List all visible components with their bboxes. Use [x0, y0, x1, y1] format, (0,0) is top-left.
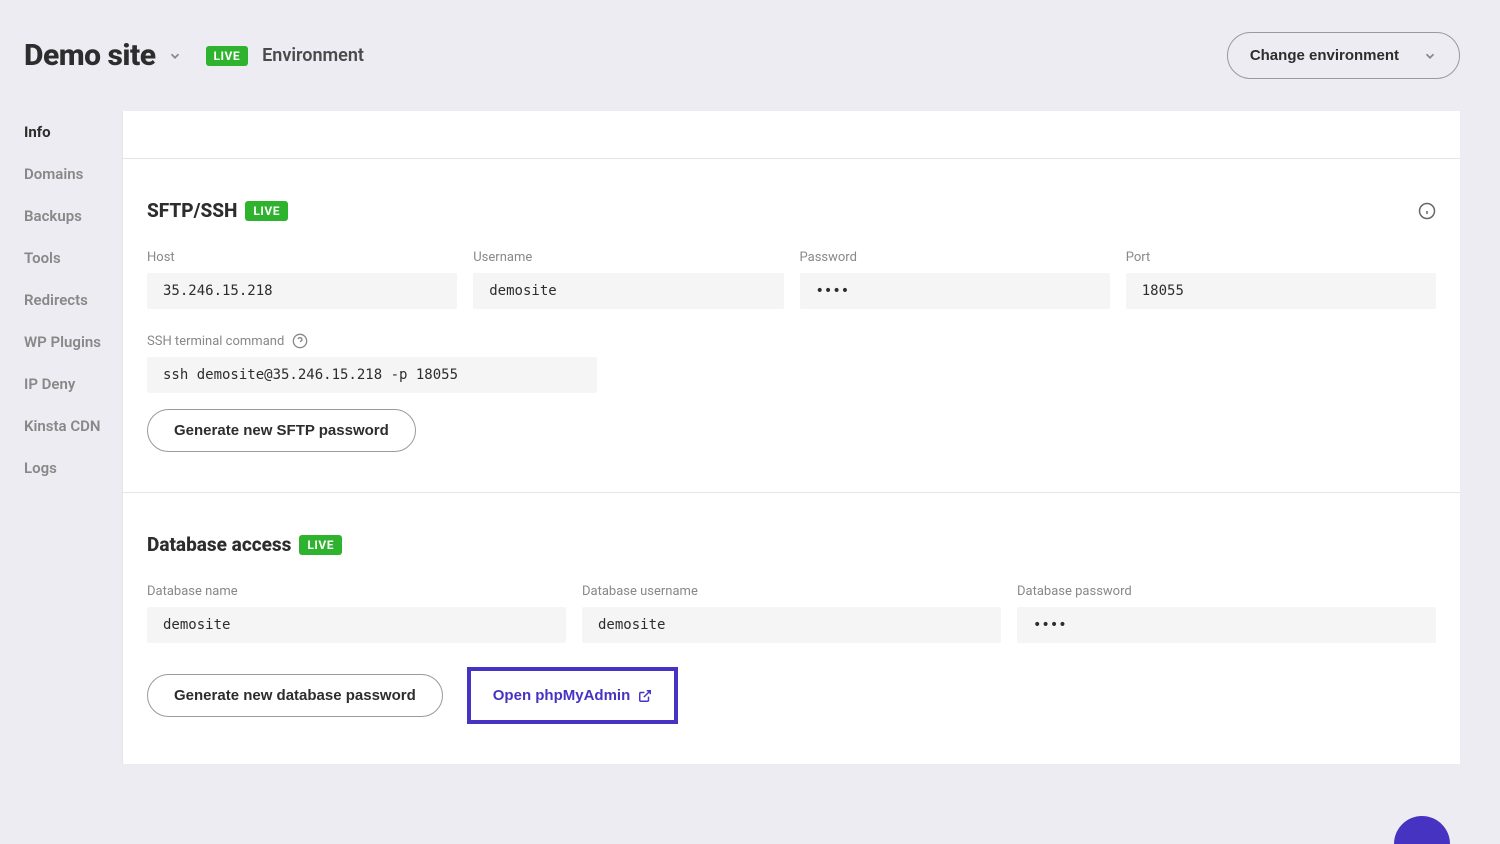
generate-db-password-button[interactable]: Generate new database password	[147, 674, 443, 717]
sidebar-item-kinsta-cdn[interactable]: Kinsta CDN	[24, 405, 122, 447]
fab-button[interactable]	[1394, 816, 1450, 844]
password-label: Password	[800, 250, 1110, 265]
ssh-command-field: SSH terminal command ssh demosite@35.246…	[147, 333, 597, 393]
host-field: Host 35.246.15.218	[147, 250, 457, 309]
host-label: Host	[147, 250, 457, 265]
top-strip	[123, 111, 1460, 159]
sftp-title-group: SFTP/SSH LIVE	[147, 199, 288, 222]
ssh-command-label-text: SSH terminal command	[147, 334, 284, 349]
sidebar-item-label: Redirects	[24, 291, 88, 309]
open-phpmyadmin-label: Open phpMyAdmin	[493, 687, 631, 704]
sidebar-item-label: Domains	[24, 165, 83, 183]
sidebar-item-label: Kinsta CDN	[24, 417, 101, 435]
sftp-section-header: SFTP/SSH LIVE	[147, 199, 1436, 222]
username-field: Username demosite	[473, 250, 783, 309]
database-button-row: Generate new database password Open phpM…	[147, 667, 1436, 724]
sidebar-item-tools[interactable]: Tools	[24, 237, 122, 279]
content-area: SFTP/SSH LIVE Host 35.246.15.218 Usernam…	[122, 111, 1460, 764]
database-title-group: Database access LIVE	[147, 533, 342, 556]
sidebar-item-wp-plugins[interactable]: WP Plugins	[24, 321, 122, 363]
live-badge: LIVE	[245, 201, 288, 221]
live-badge: LIVE	[299, 535, 342, 555]
sidebar-item-ip-deny[interactable]: IP Deny	[24, 363, 122, 405]
host-value[interactable]: 35.246.15.218	[147, 273, 457, 309]
sidebar-item-label: Backups	[24, 207, 82, 225]
sidebar-item-backups[interactable]: Backups	[24, 195, 122, 237]
info-icon[interactable]	[1418, 202, 1436, 220]
change-environment-button[interactable]: Change environment	[1227, 32, 1460, 79]
db-password-value[interactable]: ••••	[1017, 607, 1436, 643]
db-name-field: Database name demosite	[147, 584, 566, 643]
password-value[interactable]: ••••	[800, 273, 1110, 309]
change-environment-label: Change environment	[1250, 47, 1399, 64]
environment-label: Environment	[262, 45, 364, 66]
sftp-field-row: Host 35.246.15.218 Username demosite Pas…	[147, 250, 1436, 309]
sftp-section: SFTP/SSH LIVE Host 35.246.15.218 Usernam…	[123, 159, 1460, 493]
port-field: Port 18055	[1126, 250, 1436, 309]
external-link-icon	[638, 689, 652, 703]
password-field: Password ••••	[800, 250, 1110, 309]
database-field-row: Database name demosite Database username…	[147, 584, 1436, 643]
sidebar-item-info[interactable]: Info	[24, 111, 122, 153]
help-icon[interactable]	[292, 333, 308, 349]
sidebar-item-label: Logs	[24, 459, 57, 477]
db-username-field: Database username demosite	[582, 584, 1001, 643]
db-name-value[interactable]: demosite	[147, 607, 566, 643]
live-badge: LIVE	[206, 46, 249, 66]
ssh-command-value[interactable]: ssh demosite@35.246.15.218 -p 18055	[147, 357, 597, 393]
sidebar-item-label: Info	[24, 123, 51, 141]
open-phpmyadmin-button[interactable]: Open phpMyAdmin	[467, 667, 679, 724]
generate-sftp-password-label: Generate new SFTP password	[174, 422, 389, 439]
generate-sftp-password-button[interactable]: Generate new SFTP password	[147, 409, 416, 452]
sftp-title: SFTP/SSH	[147, 199, 237, 222]
generate-db-password-label: Generate new database password	[174, 687, 416, 704]
sidebar-item-label: Tools	[24, 249, 61, 267]
db-username-value[interactable]: demosite	[582, 607, 1001, 643]
db-password-field: Database password ••••	[1017, 584, 1436, 643]
port-value[interactable]: 18055	[1126, 273, 1436, 309]
chevron-down-icon	[1423, 49, 1437, 63]
sidebar-item-label: IP Deny	[24, 375, 75, 393]
sidebar-item-redirects[interactable]: Redirects	[24, 279, 122, 321]
sidebar-item-label: WP Plugins	[24, 333, 101, 351]
sftp-button-row: Generate new SFTP password	[147, 409, 1436, 452]
sidebar: Info Domains Backups Tools Redirects WP …	[0, 111, 122, 764]
sidebar-item-domains[interactable]: Domains	[24, 153, 122, 195]
header-left-group: Demo site LIVE Environment	[24, 38, 364, 73]
database-title: Database access	[147, 533, 291, 556]
username-value[interactable]: demosite	[473, 273, 783, 309]
db-username-label: Database username	[582, 584, 1001, 599]
ssh-command-label: SSH terminal command	[147, 333, 597, 349]
site-title: Demo site	[24, 38, 156, 73]
sidebar-item-logs[interactable]: Logs	[24, 447, 122, 489]
db-password-label: Database password	[1017, 584, 1436, 599]
page-header: Demo site LIVE Environment Change enviro…	[0, 0, 1500, 111]
db-name-label: Database name	[147, 584, 566, 599]
main-wrapper: Info Domains Backups Tools Redirects WP …	[0, 111, 1500, 764]
username-label: Username	[473, 250, 783, 265]
database-section: Database access LIVE Database name demos…	[123, 493, 1460, 764]
database-section-header: Database access LIVE	[147, 533, 1436, 556]
chevron-down-icon[interactable]	[168, 49, 182, 63]
port-label: Port	[1126, 250, 1436, 265]
